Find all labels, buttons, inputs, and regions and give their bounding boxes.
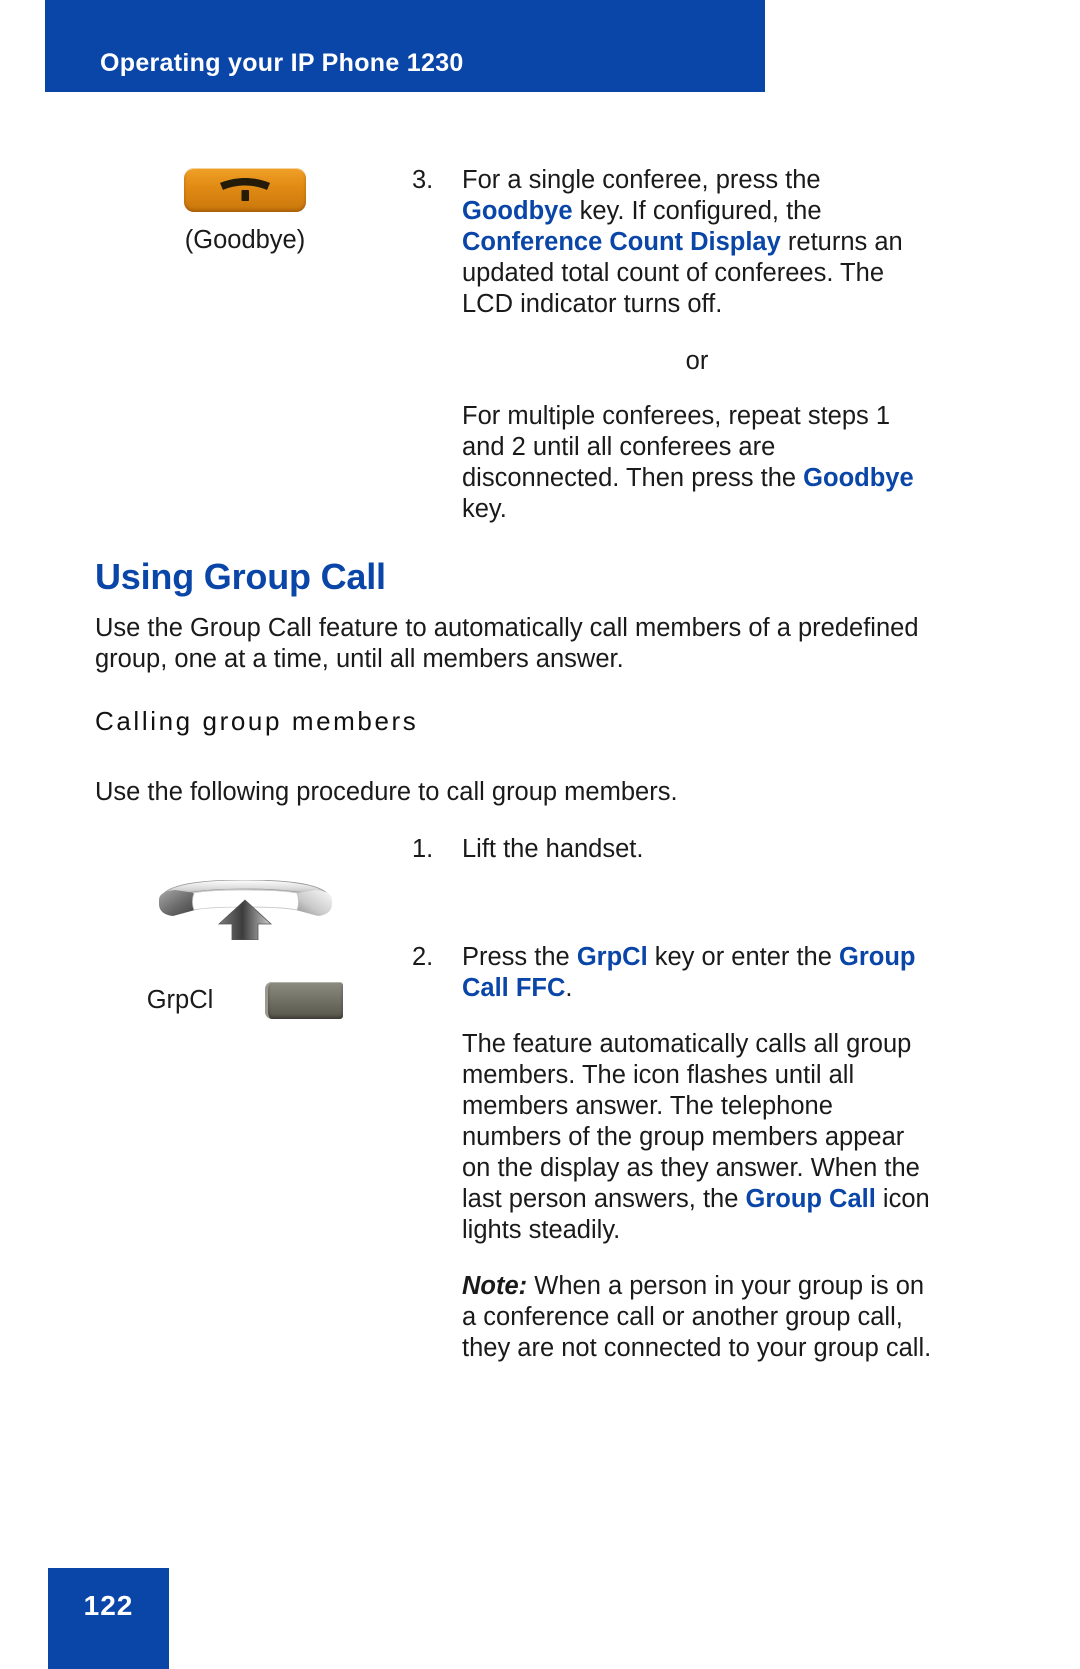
detail-keyword-group-call: Group Call [745,1185,876,1213]
page-header-bar: Operating your IP Phone 1230 [45,0,765,92]
multiple-text-2: key. [462,495,507,523]
multiple-conferees-paragraph: For multiple conferees, repeat steps 1 a… [462,401,932,525]
step1-text: Lift the handset. [462,835,644,863]
step3-text-2: key. If configured, the [572,197,822,225]
step1-block: 1. Lift the handset. [412,834,932,865]
or-separator: or [685,347,709,375]
page-header-title: Operating your IP Phone 1230 [100,49,464,77]
section-heading-using-group-call: Using Group Call [95,556,386,597]
step2-keyword-grpcl: GrpCl [576,943,648,971]
step-number: 1. [412,835,434,863]
step-text: For a single conferee, press the Goodbye… [462,165,932,320]
step3-text-1: For a single conferee, press the [462,166,821,194]
page-number: 122 [83,1590,134,1621]
grpcl-key-row: GrpCl [95,982,395,1019]
step3-keyword-goodbye: Goodbye [462,197,573,225]
goodbye-icon-caption: (Goodbye) [184,226,306,254]
grpcl-key-label: GrpCl [146,986,214,1014]
subsection-intro-paragraph: Use the following procedure to call grou… [95,778,678,806]
note-paragraph: Note: When a person in your group is on … [462,1271,932,1364]
section-intro-paragraph: Use the Group Call feature to automatica… [95,614,919,673]
step2-text-1: Press the [462,943,577,971]
step2-text-2: key or enter the [647,943,840,971]
step-item-3: 3. For a single conferee, press the Good… [412,165,932,320]
step3-block: 3. For a single conferee, press the Good… [412,165,932,525]
step3-keyword-conference-count-display: Conference Count Display [462,228,781,256]
step-item-1: 1. Lift the handset. [412,834,932,865]
note-text: When a person in your group is on a conf… [462,1272,932,1362]
lift-handset-icon [153,879,338,941]
grpcl-key-icon [265,982,344,1019]
step2-text: Press the GrpCl key or enter the Group C… [462,942,932,1004]
goodbye-icon-column: (Goodbye) [95,168,395,256]
step2-text-3: . [565,974,573,1002]
step-number: 3. [412,166,434,194]
step2-detail-paragraph: The feature automatically calls all grou… [462,1029,932,1246]
step2-block: 2. Press the GrpCl key or enter the Grou… [412,942,932,1364]
multiple-keyword-goodbye: Goodbye [803,464,914,492]
subsection-heading-calling-group-members: Calling group members [95,706,419,736]
note-label: Note: [462,1272,528,1300]
document-page: Operating your IP Phone 1230 (Goodbye) 3… [0,0,1080,1669]
handset-icon-column [95,879,395,941]
step-item-2: 2. Press the GrpCl key or enter the Grou… [412,942,932,1004]
goodbye-key-icon [184,168,306,212]
grpcl-icon-column: GrpCl [95,982,395,1019]
step-number: 2. [412,943,434,971]
page-number-box: 122 [48,1568,169,1669]
